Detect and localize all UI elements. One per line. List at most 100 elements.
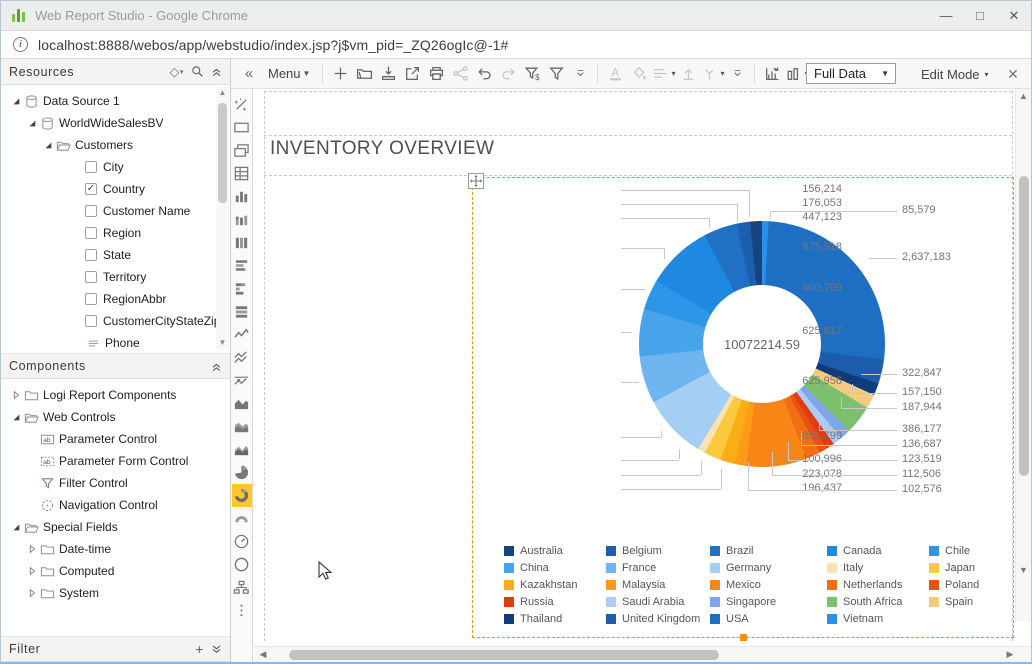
sort-icon[interactable]: ◇▾ xyxy=(170,64,184,79)
view-mode-select[interactable]: Full Data ▼ xyxy=(806,63,896,84)
resource-item-customer-name[interactable]: Customer Name xyxy=(1,200,230,222)
circle-shape-icon[interactable] xyxy=(232,553,252,576)
dial-gauge-icon[interactable] xyxy=(232,530,252,553)
ribbon-area-chart-icon[interactable] xyxy=(232,438,252,461)
legend-item-singapore[interactable]: Singapore xyxy=(710,593,827,610)
legend-item-china[interactable]: China xyxy=(504,559,606,576)
more-options-button[interactable] xyxy=(569,62,591,86)
donut-chart-icon[interactable] xyxy=(232,484,252,507)
add-filter-icon[interactable]: + xyxy=(195,641,204,657)
resource-item-data-source-1[interactable]: Data Source 1 xyxy=(1,90,230,112)
resource-item-city[interactable]: City xyxy=(1,156,230,178)
checkbox-unchecked[interactable] xyxy=(85,271,97,283)
edit-mode-button[interactable]: Edit Mode▾ xyxy=(921,63,989,85)
line-chart-icon[interactable] xyxy=(232,323,252,346)
collapse-toolbar-button[interactable]: « xyxy=(238,62,260,86)
component-item-system[interactable]: System xyxy=(1,582,230,604)
banded-object-icon[interactable] xyxy=(232,116,252,139)
component-item-logi-report-components[interactable]: Logi Report Components xyxy=(1,384,230,406)
tabular-icon[interactable] xyxy=(232,139,252,162)
open-button[interactable] xyxy=(353,62,375,86)
more-components-icon[interactable] xyxy=(232,599,252,622)
export-button[interactable] xyxy=(401,62,423,86)
checkbox-unchecked[interactable] xyxy=(85,205,97,217)
arc-gauge-icon[interactable] xyxy=(232,507,252,530)
stacked-area-chart-icon[interactable] xyxy=(232,415,252,438)
legend-item-russia[interactable]: Russia xyxy=(504,593,606,610)
line-marker-chart-icon[interactable] xyxy=(232,369,252,392)
minimize-button[interactable]: — xyxy=(929,1,963,30)
resource-item-worldwidesalesbv[interactable]: WorldWideSalesBV xyxy=(1,112,230,134)
legend-item-usa[interactable]: USA xyxy=(710,610,827,627)
resource-item-regionabbr[interactable]: RegionAbbr xyxy=(1,288,230,310)
filter-button[interactable] xyxy=(545,62,567,86)
scroll-up-arrow[interactable]: ▲ xyxy=(1016,91,1031,101)
vertical-scroll-thumb[interactable] xyxy=(1019,176,1029,476)
legend-item-malaysia[interactable]: Malaysia xyxy=(606,576,710,593)
component-item-date-time[interactable]: Date-time xyxy=(1,538,230,560)
legend-item-mexico[interactable]: Mexico xyxy=(710,576,827,593)
component-item-computed[interactable]: Computed xyxy=(1,560,230,582)
pie-chart-icon[interactable] xyxy=(232,461,252,484)
checkbox-unchecked[interactable] xyxy=(85,161,97,173)
convert-to-chart-button[interactable] xyxy=(761,62,783,86)
bar-chart-icon[interactable] xyxy=(232,185,252,208)
legend-item-thailand[interactable]: Thailand xyxy=(504,610,606,627)
new-report-button[interactable] xyxy=(329,62,351,86)
legend-item-united-kingdom[interactable]: United Kingdom xyxy=(606,610,710,627)
area-chart-icon[interactable] xyxy=(232,392,252,415)
legend-item-kazakhstan[interactable]: Kazakhstan xyxy=(504,576,606,593)
scroll-right-arrow[interactable]: ▶ xyxy=(1003,647,1017,662)
legend-item-chile[interactable]: Chile xyxy=(929,542,1017,559)
legend-item-france[interactable]: France xyxy=(606,559,710,576)
legend-item-japan[interactable]: Japan xyxy=(929,559,1017,576)
scroll-left-arrow[interactable]: ◀ xyxy=(256,647,270,662)
table-icon[interactable] xyxy=(232,162,252,185)
legend-item-germany[interactable]: Germany xyxy=(710,559,827,576)
expand-node-icon[interactable] xyxy=(9,390,23,400)
maximize-button[interactable]: □ xyxy=(963,1,997,30)
legend-item-australia[interactable]: Australia xyxy=(504,542,606,559)
column-chart-icon[interactable] xyxy=(232,231,252,254)
checkbox-unchecked[interactable] xyxy=(85,293,97,305)
undo-button[interactable] xyxy=(473,62,495,86)
expand-node-icon[interactable] xyxy=(25,544,39,554)
resource-item-region[interactable]: Region xyxy=(1,222,230,244)
resource-item-customers[interactable]: Customers xyxy=(1,134,230,156)
h-full-bar-chart-icon[interactable] xyxy=(232,300,252,323)
component-item-filter-control[interactable]: Filter Control xyxy=(1,472,230,494)
legend-item-belgium[interactable]: Belgium xyxy=(606,542,710,559)
menu-button[interactable]: Menu▼ xyxy=(262,62,316,86)
collapse-node-icon[interactable] xyxy=(25,118,39,128)
h-bar-chart-icon[interactable] xyxy=(232,254,252,277)
legend-item-spain[interactable]: Spain xyxy=(929,593,1017,610)
legend-item-netherlands[interactable]: Netherlands xyxy=(827,576,929,593)
scroll-down-arrow[interactable]: ▼ xyxy=(216,337,229,349)
collapse-panel-icon[interactable] xyxy=(211,361,222,372)
checkbox-unchecked[interactable] xyxy=(85,227,97,239)
url-text[interactable]: localhost:8888/webos/app/webstudio/index… xyxy=(38,37,508,53)
scroll-up-arrow[interactable]: ▲ xyxy=(216,87,229,99)
resource-item-country[interactable]: ✓Country xyxy=(1,178,230,200)
resource-item-territory[interactable]: Territory xyxy=(1,266,230,288)
expand-node-icon[interactable] xyxy=(25,588,39,598)
horizontal-scroll-thumb[interactable] xyxy=(289,650,719,660)
resource-item-phone[interactable]: Phone xyxy=(1,332,230,353)
collapse-panel-icon[interactable] xyxy=(211,66,222,77)
org-chart-icon[interactable] xyxy=(232,576,252,599)
report-wizard-icon[interactable] xyxy=(232,93,252,116)
report-canvas[interactable]: INVENTORY OVERVIEW 10072214.59 156,21417… xyxy=(254,89,1017,649)
component-item-web-controls[interactable]: Web Controls xyxy=(1,406,230,428)
collapse-node-icon[interactable] xyxy=(41,140,55,150)
site-info-icon[interactable]: i xyxy=(13,37,28,52)
legend-item-vietnam[interactable]: Vietnam xyxy=(827,610,929,627)
legend-item-saudi-arabia[interactable]: Saudi Arabia xyxy=(606,593,710,610)
resources-scrollbar[interactable]: ▲ ▼ xyxy=(216,87,229,349)
search-icon[interactable] xyxy=(191,65,204,78)
resource-item-state[interactable]: State xyxy=(1,244,230,266)
legend-item-brazil[interactable]: Brazil xyxy=(710,542,827,559)
report-title[interactable]: INVENTORY OVERVIEW xyxy=(270,138,494,160)
expand-panel-icon[interactable] xyxy=(211,644,222,655)
close-button[interactable]: ✕ xyxy=(997,1,1031,30)
component-item-special-fields[interactable]: Special Fields xyxy=(1,516,230,538)
